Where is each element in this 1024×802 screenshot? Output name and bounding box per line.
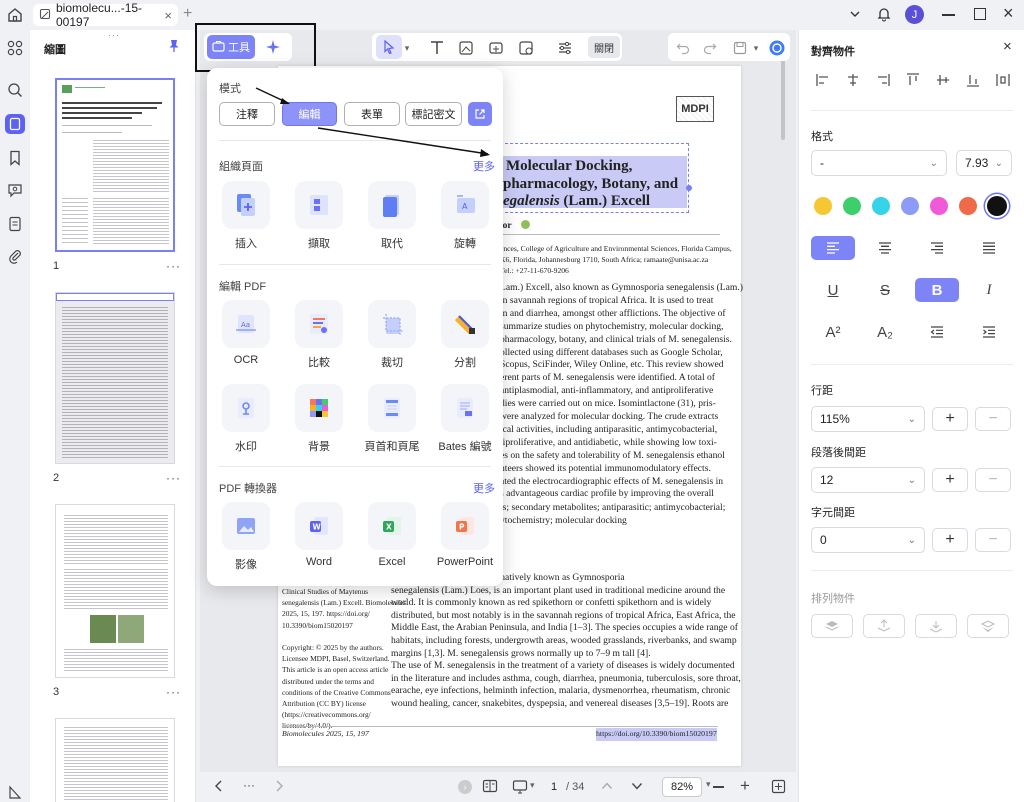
align-objects-title: 對齊物件 bbox=[811, 46, 855, 58]
color-swatch-black[interactable] bbox=[987, 196, 1007, 216]
presentation-dropdown-icon[interactable]: ▾ bbox=[530, 780, 535, 791]
align-left-icon[interactable] bbox=[815, 72, 831, 91]
paragraph-spacing-title: 段落後間距 bbox=[811, 447, 866, 459]
font-family-select[interactable]: - ⌄ bbox=[811, 150, 947, 176]
chevron-down-icon: ⌄ bbox=[907, 474, 916, 486]
align-bottom-icon[interactable] bbox=[965, 72, 981, 91]
fit-page-icon[interactable] bbox=[771, 779, 786, 797]
bring-forward-button[interactable] bbox=[863, 614, 905, 638]
align-text-left-button[interactable] bbox=[811, 236, 855, 260]
bold-button[interactable]: B bbox=[915, 278, 959, 302]
color-swatch-cyan[interactable] bbox=[872, 197, 890, 215]
align-text-center-button[interactable] bbox=[863, 236, 907, 260]
divider-line bbox=[811, 110, 1013, 111]
properties-panel: 對齊物件 × 格式 - ⌄ 7.93 ⌄ U S B I A² A₂ 行距 11… bbox=[798, 30, 1024, 802]
line-spacing-decrease[interactable]: − bbox=[975, 407, 1011, 431]
char-spacing-select[interactable]: 0 ⌄ bbox=[811, 527, 925, 553]
page-total: / 34 bbox=[566, 781, 585, 793]
reading-mode-icon[interactable] bbox=[482, 779, 498, 796]
distribute-icon[interactable] bbox=[995, 72, 1011, 91]
color-swatch-yellow[interactable] bbox=[814, 197, 832, 215]
strikethrough-button[interactable]: S bbox=[863, 278, 907, 302]
subscript-button[interactable]: A₂ bbox=[863, 320, 907, 344]
format-title: 格式 bbox=[811, 131, 833, 143]
bottom-bar: ··· › ▾ 1 / 34 82% ▾ + bbox=[200, 772, 796, 802]
divider-line bbox=[811, 570, 1013, 571]
zoom-dropdown-icon[interactable]: ▾ bbox=[706, 779, 711, 790]
bring-to-front-button[interactable] bbox=[811, 614, 853, 638]
char-spacing-title: 字元間距 bbox=[811, 507, 855, 519]
line-spacing-increase[interactable]: + bbox=[932, 407, 968, 431]
align-middle-icon[interactable] bbox=[935, 72, 951, 91]
paragraph-spacing-decrease[interactable]: − bbox=[975, 468, 1011, 492]
zoom-in-icon[interactable]: + bbox=[740, 776, 750, 796]
font-size-select[interactable]: 7.93 ⌄ bbox=[956, 150, 1012, 176]
justify-text-button[interactable] bbox=[967, 236, 1011, 260]
next-page-icon[interactable] bbox=[631, 780, 643, 794]
paragraph-spacing-increase[interactable]: + bbox=[932, 468, 968, 492]
line-spacing-title: 行距 bbox=[811, 385, 833, 397]
zoom-select[interactable]: 82% bbox=[662, 777, 702, 797]
paragraph-spacing-select[interactable]: 12 ⌄ bbox=[811, 467, 925, 493]
close-panel-icon[interactable]: × bbox=[1003, 38, 1012, 55]
page-number-input[interactable]: 1 bbox=[544, 778, 564, 796]
chevron-down-icon: ⌄ bbox=[994, 157, 1003, 169]
collapse-nav-icon[interactable]: › bbox=[458, 780, 472, 794]
divider-line bbox=[811, 364, 1013, 365]
chevron-down-icon: ⌄ bbox=[907, 534, 916, 546]
increase-indent-button[interactable] bbox=[967, 320, 1011, 344]
char-spacing-increase[interactable]: + bbox=[932, 528, 968, 552]
arrange-objects-title: 排列物件 bbox=[811, 593, 855, 605]
color-swatch-pink[interactable] bbox=[930, 197, 948, 215]
zoom-out-icon[interactable] bbox=[713, 786, 724, 788]
char-spacing-decrease[interactable]: − bbox=[975, 528, 1011, 552]
italic-button[interactable]: I bbox=[967, 278, 1011, 302]
more-icon[interactable]: ··· bbox=[243, 778, 255, 792]
prev-page-icon[interactable] bbox=[601, 780, 613, 794]
send-backward-button[interactable] bbox=[915, 614, 957, 638]
chevron-down-icon: ⌄ bbox=[929, 157, 938, 169]
color-swatch-orange[interactable] bbox=[959, 197, 977, 215]
decrease-indent-button[interactable] bbox=[915, 320, 959, 344]
chevron-down-icon: ⌄ bbox=[907, 413, 916, 425]
chevron-left-icon[interactable] bbox=[214, 780, 224, 795]
align-top-icon[interactable] bbox=[905, 72, 921, 91]
align-right-icon[interactable] bbox=[875, 72, 891, 91]
line-spacing-select[interactable]: 115% ⌄ bbox=[811, 406, 925, 432]
color-swatch-green[interactable] bbox=[843, 197, 861, 215]
underline-button[interactable]: U bbox=[811, 278, 855, 302]
align-center-h-icon[interactable] bbox=[845, 72, 861, 91]
chevron-right-icon[interactable] bbox=[274, 780, 284, 795]
align-text-right-button[interactable] bbox=[915, 236, 959, 260]
color-swatch-blue[interactable] bbox=[901, 197, 919, 215]
presentation-icon[interactable] bbox=[512, 779, 528, 798]
superscript-button[interactable]: A² bbox=[811, 320, 855, 344]
send-to-back-button[interactable] bbox=[967, 614, 1009, 638]
